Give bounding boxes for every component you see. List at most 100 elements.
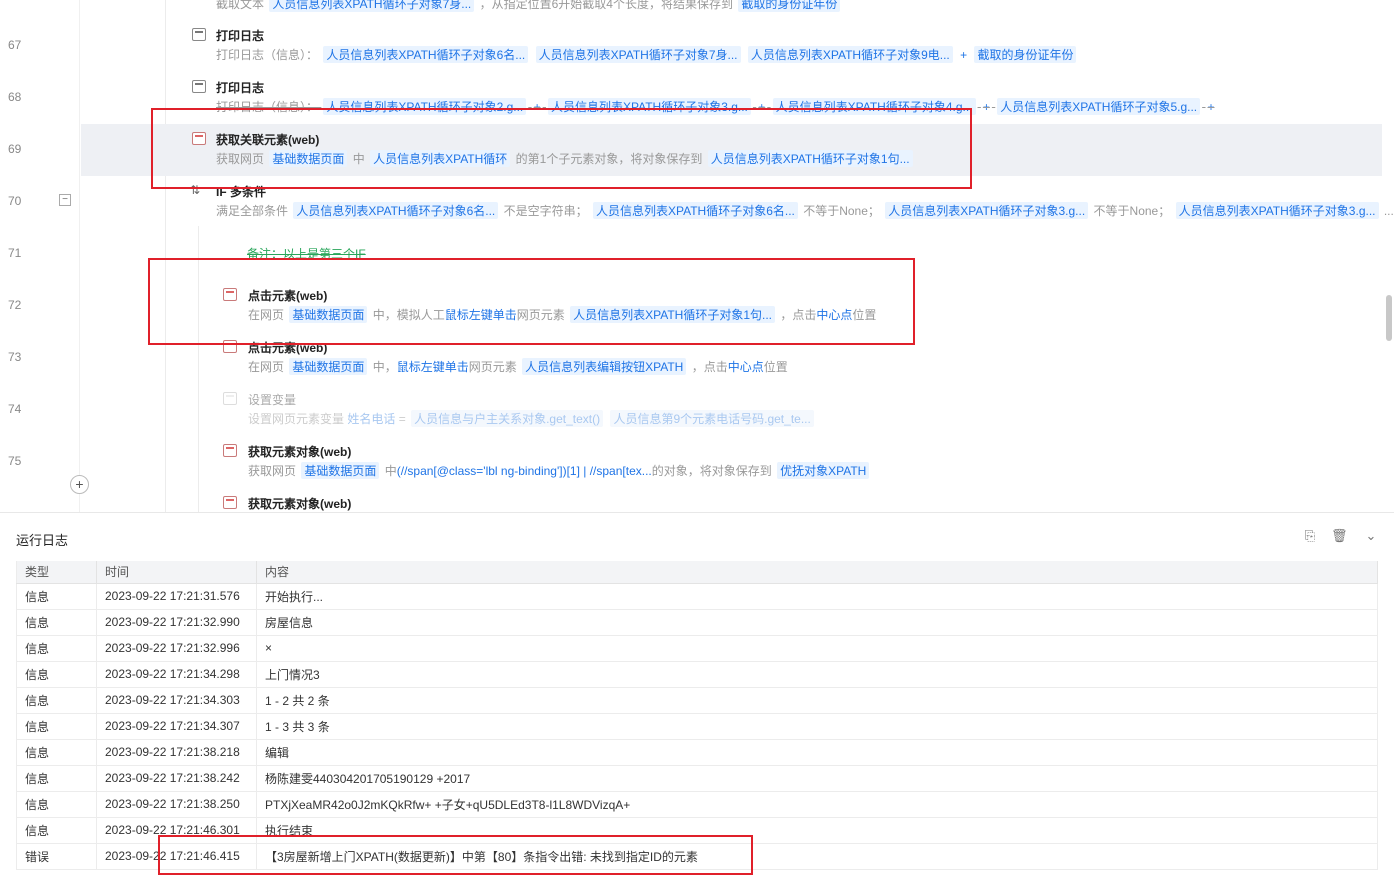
variable-tag[interactable]: 人员信息列表编辑按钮XPATH xyxy=(522,358,687,375)
log-cell-type: 信息 xyxy=(16,583,97,610)
line-number: 73 xyxy=(8,350,22,364)
set-variable-icon xyxy=(223,392,237,405)
get-element-icon xyxy=(223,496,237,509)
log-cell-type: 信息 xyxy=(16,713,97,740)
variable-tag[interactable]: 优抚对象XPATH xyxy=(777,462,870,479)
log-cell-content: 1 - 3 共 3 条 xyxy=(256,713,1378,740)
command-title: 打印日志 xyxy=(216,81,265,95)
line-number: 67 xyxy=(8,38,22,52)
table-row[interactable]: 信息 2023-09-22 17:21:32.996 × xyxy=(16,635,1378,662)
log-cell-type: 信息 xyxy=(16,661,97,688)
variable-tag[interactable]: 基础数据页面 xyxy=(289,358,368,375)
export-icon[interactable]: ⎘ xyxy=(1303,529,1317,544)
variable-tag[interactable]: 基础数据页面 xyxy=(301,462,380,479)
log-cell-content: 杨陈建雯440304201705190129 +2017 xyxy=(256,765,1378,792)
column-header[interactable]: 时间 xyxy=(96,561,257,584)
table-row[interactable]: 信息 2023-09-22 17:21:34.303 1 - 2 共 2 条 xyxy=(16,687,1378,714)
command-row-74[interactable]: 设置变量 设置网页元素变量 姓名电话 = 人员信息与户主关系对象.get_tex… xyxy=(81,384,1382,436)
log-cell-type: 信息 xyxy=(16,739,97,766)
log-cell-time: 2023-09-22 17:21:38.242 xyxy=(96,765,257,792)
log-cell-time: 2023-09-22 17:21:34.298 xyxy=(96,661,257,688)
variable-tag[interactable]: 人员信息与户主关系对象.get_text() xyxy=(411,410,604,427)
log-cell-type: 信息 xyxy=(16,765,97,792)
highlight-box xyxy=(148,258,915,345)
log-cell-content: 上门情况3 xyxy=(256,661,1378,688)
command-title: 获取元素对象(web) xyxy=(248,497,352,511)
log-cell-content: 1 - 2 共 2 条 xyxy=(256,687,1378,714)
table-row[interactable]: 信息 2023-09-22 17:21:34.307 1 - 3 共 3 条 xyxy=(16,713,1378,740)
line-number: 70 xyxy=(8,194,22,208)
log-cell-content: × xyxy=(256,635,1378,662)
log-cell-type: 错误 xyxy=(16,843,97,870)
log-cell-content: 开始执行... xyxy=(256,583,1378,610)
table-row[interactable]: 信息 2023-09-22 17:21:32.990 房屋信息 xyxy=(16,609,1378,636)
run-log-panel: 运行日志 ⎘ 🗑 ⌄ 类型 时间 内容 信息 2023-09-22 17:21:3… xyxy=(0,512,1394,880)
line-number: 69 xyxy=(8,142,22,156)
trash-icon[interactable]: 🗑 xyxy=(1331,529,1348,544)
table-row[interactable]: 信息 2023-09-22 17:21:38.242 杨陈建雯44030420170… xyxy=(16,765,1378,792)
editor-scrollbar[interactable] xyxy=(1386,295,1392,341)
table-row[interactable]: 信息 2023-09-22 17:21:34.298 上门情况3 xyxy=(16,661,1378,688)
table-header: 类型 时间 内容 xyxy=(16,561,1378,584)
log-cell-type: 信息 xyxy=(16,635,97,662)
log-cell-time: 2023-09-22 17:21:32.990 xyxy=(96,609,257,636)
log-cell-content: 房屋信息 xyxy=(256,609,1378,636)
variable-tag[interactable]: 截取的身份证年份 xyxy=(974,46,1077,63)
table-row[interactable]: 信息 2023-09-22 17:21:38.250 PTXjXeaMR42o0J2… xyxy=(16,791,1378,818)
line-number: 72 xyxy=(8,298,22,312)
line-number: 74 xyxy=(8,402,22,416)
column-header[interactable]: 类型 xyxy=(16,561,97,584)
log-cell-time: 2023-09-22 17:21:31.576 xyxy=(96,583,257,610)
log-cell-time: 2023-09-22 17:21:38.250 xyxy=(96,791,257,818)
command-row-67[interactable]: 打印日志 打印日志（信息）： 人员信息列表XPATH循环子对象6名... 人员信… xyxy=(81,20,1382,72)
highlight-box xyxy=(151,108,972,189)
add-command-button[interactable]: + xyxy=(70,475,89,494)
line-gutter: 67 68 69 70 71 72 73 74 75 − xyxy=(0,0,80,512)
command-description: 设置网页元素变量 姓名电话 = 人员信息与户主关系对象.get_text() 人… xyxy=(248,410,816,427)
printer-icon xyxy=(192,80,206,93)
command-row-75[interactable]: 获取元素对象(web) 获取网页 基础数据页面 中(//span[@class=… xyxy=(81,436,1382,488)
log-cell-type: 信息 xyxy=(16,687,97,714)
command-description: 截取文本 人员信息列表XPATH循环子对象7身... ，从指定位置6开始截取4个… xyxy=(216,0,842,12)
log-cell-type: 信息 xyxy=(16,817,97,844)
log-cell-time: 2023-09-22 17:21:34.303 xyxy=(96,687,257,714)
variable-tag[interactable]: 人员信息列表XPATH循环子对象9电... xyxy=(747,46,953,63)
variable-tag[interactable]: 人员信息列表XPATH循环子对象6名... xyxy=(592,202,798,219)
log-cell-content: 编辑 xyxy=(256,739,1378,766)
column-header[interactable]: 内容 xyxy=(256,561,1378,584)
line-number: 75 xyxy=(8,454,22,468)
variable-tag[interactable]: 人员信息列表XPATH循环子对象7身... xyxy=(535,46,741,63)
line-number: 71 xyxy=(8,246,22,260)
command-description: 满足全部条件 人员信息列表XPATH循环子对象6名... 不是空字符串； 人员信… xyxy=(216,202,1394,219)
panel-title: 运行日志 xyxy=(16,533,69,548)
line-number: 68 xyxy=(8,90,22,104)
command-row-76[interactable]: 获取元素对象(web) xyxy=(81,488,1382,512)
flow-editor: 67 68 69 70 71 72 73 74 75 − 截取文本 人员信息列表… xyxy=(0,0,1394,512)
log-cell-type: 信息 xyxy=(16,609,97,636)
log-cell-time: 2023-09-22 17:21:32.996 xyxy=(96,635,257,662)
variable-tag[interactable]: 截取的身份证年份 xyxy=(738,0,841,12)
get-element-icon xyxy=(223,444,237,457)
log-table: 类型 时间 内容 信息 2023-09-22 17:21:31.576 开始执行..… xyxy=(16,561,1378,870)
variable-tag[interactable]: 人员信息列表XPATH循环子对象6名... xyxy=(293,202,499,219)
chevron-down-icon[interactable]: ⌄ xyxy=(1364,529,1378,544)
log-cell-time: 2023-09-22 17:21:34.307 xyxy=(96,713,257,740)
command-title: 设置变量 xyxy=(248,393,297,407)
variable-tag[interactable]: 人员信息列表XPATH循环子对象3.g... xyxy=(885,202,1089,219)
table-row[interactable]: 信息 2023-09-22 17:21:31.576 开始执行... xyxy=(16,583,1378,610)
variable-tag[interactable]: 人员信息列表XPATH循环子对象3.g... xyxy=(1175,202,1379,219)
command-description: 打印日志（信息）： 人员信息列表XPATH循环子对象6名... 人员信息列表XP… xyxy=(216,46,1078,63)
variable-tag[interactable]: 人员信息列表XPATH循环子对象6名... xyxy=(323,46,529,63)
command-description: 在网页 基础数据页面 中，鼠标左键单击网页元素 人员信息列表编辑按钮XPATH … xyxy=(248,358,788,375)
command-description: 获取网页 基础数据页面 中(//span[@class='lbl ng-bind… xyxy=(248,462,871,479)
printer-icon xyxy=(192,28,206,41)
table-row[interactable]: 信息 2023-09-22 17:21:38.218 编辑 xyxy=(16,739,1378,766)
variable-tag[interactable]: 人员信息列表XPATH循环子对象5.g... xyxy=(997,98,1201,115)
command-title: 打印日志 xyxy=(216,29,265,43)
collapse-toggle-icon[interactable]: − xyxy=(59,194,71,206)
command-title: 获取元素对象(web) xyxy=(248,445,352,459)
log-cell-time: 2023-09-22 17:21:38.218 xyxy=(96,739,257,766)
log-cell-type: 信息 xyxy=(16,791,97,818)
variable-tag[interactable]: 人员信息第9个元素电话号码.get_te... xyxy=(610,410,814,427)
variable-tag[interactable]: 人员信息列表XPATH循环子对象7身... xyxy=(269,0,475,12)
